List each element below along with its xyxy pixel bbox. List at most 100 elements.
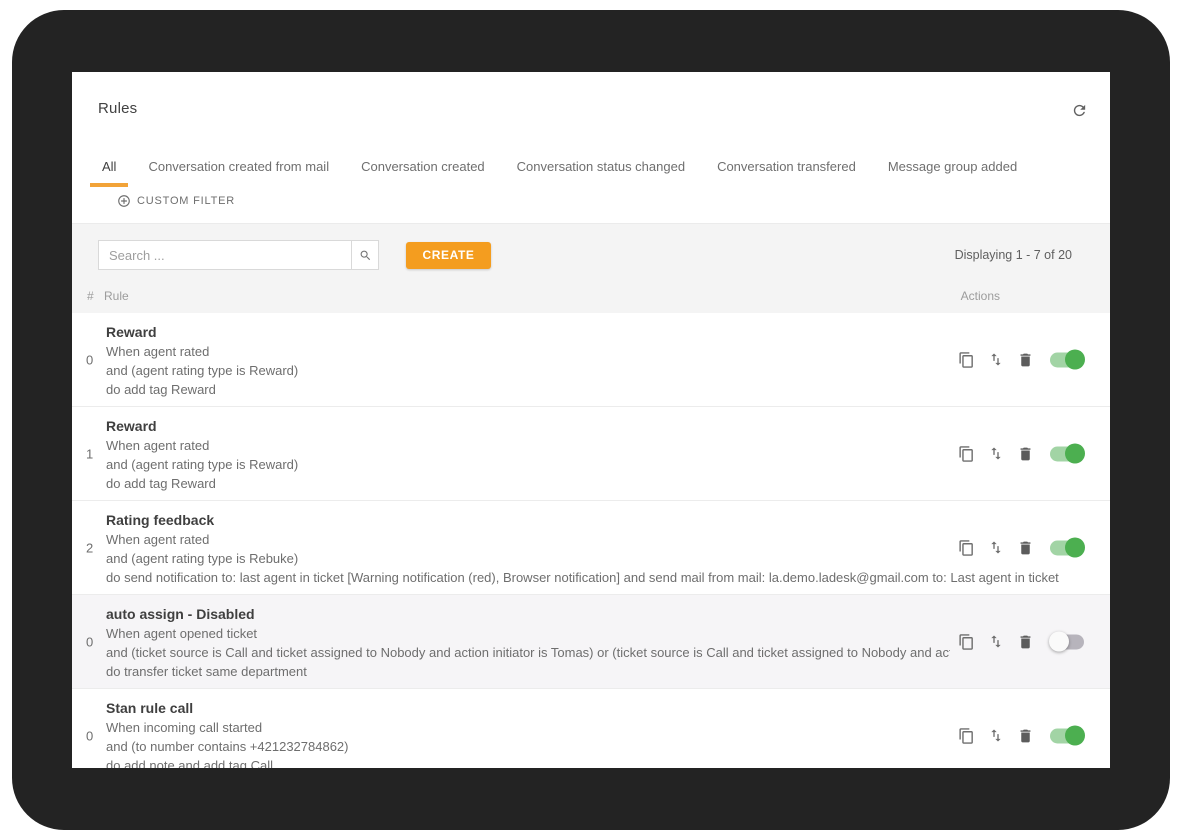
create-button[interactable]: CREATE (406, 242, 491, 269)
rule-number: 0 (86, 728, 102, 743)
reorder-button[interactable] (988, 352, 1004, 368)
rule-number: 0 (86, 634, 102, 649)
custom-filter-label: CUSTOM FILTER (137, 195, 235, 207)
rule-number: 2 (86, 540, 102, 555)
rule-title: Reward (106, 322, 1110, 342)
rule-number: 1 (86, 446, 102, 461)
tab-all[interactable]: All (90, 159, 128, 187)
tab-conversation-status-changed[interactable]: Conversation status changed (505, 159, 697, 187)
copy-icon (958, 445, 975, 462)
toolbar: CREATE Displaying 1 - 7 of 20 # Rule Act… (72, 223, 1110, 313)
rule-row: 0 auto assign - Disabled When agent open… (72, 595, 1110, 689)
reorder-button[interactable] (988, 634, 1004, 650)
column-actions: Actions (961, 289, 1000, 303)
reorder-button[interactable] (988, 540, 1004, 556)
enable-toggle[interactable] (1050, 634, 1084, 649)
rule-row: 1 Reward When agent rated and (agent rat… (72, 407, 1110, 501)
toggle-knob (1065, 444, 1085, 464)
rule-action: do send notification to: last agent in t… (106, 568, 1104, 587)
toggle-knob (1049, 632, 1069, 652)
sort-arrows-icon (988, 540, 1004, 556)
delete-button[interactable] (1017, 445, 1034, 462)
duplicate-button[interactable] (958, 445, 975, 462)
copy-icon (958, 633, 975, 650)
search-button[interactable] (351, 240, 379, 270)
rule-condition: When agent rated (106, 342, 950, 361)
delete-button[interactable] (1017, 351, 1034, 368)
duplicate-button[interactable] (958, 727, 975, 744)
duplicate-button[interactable] (958, 351, 975, 368)
row-actions (958, 633, 1084, 650)
rule-title: Reward (106, 416, 1110, 436)
search-icon (359, 249, 372, 262)
rule-condition: When agent rated (106, 436, 950, 455)
copy-icon (958, 351, 975, 368)
toggle-knob (1065, 350, 1085, 370)
enable-toggle[interactable] (1050, 446, 1084, 461)
rule-action: do add tag Reward (106, 474, 950, 493)
page-title: Rules (98, 100, 137, 117)
delete-button[interactable] (1017, 633, 1034, 650)
rule-condition: and (to number contains +421232784862) (106, 737, 950, 756)
enable-toggle[interactable] (1050, 540, 1084, 555)
tab-conversation-transfered[interactable]: Conversation transfered (705, 159, 868, 187)
rule-condition: and (agent rating type is Rebuke) (106, 549, 950, 568)
tab-conversation-created-from-mail[interactable]: Conversation created from mail (136, 159, 341, 187)
rule-condition: When incoming call started (106, 718, 950, 737)
row-actions (958, 351, 1084, 368)
rule-condition: and (agent rating type is Reward) (106, 361, 950, 380)
refresh-icon (1071, 102, 1088, 119)
displaying-count: Displaying 1 - 7 of 20 (955, 248, 1072, 262)
rule-condition: and (ticket source is Call and ticket as… (106, 643, 950, 662)
trash-icon (1017, 633, 1034, 650)
enable-toggle[interactable] (1050, 352, 1084, 367)
table-header: # Rule Actions (98, 289, 1072, 303)
custom-filter-button[interactable]: CUSTOM FILTER (117, 194, 235, 208)
reorder-button[interactable] (988, 728, 1004, 744)
rule-condition: and (agent rating type is Reward) (106, 455, 950, 474)
sort-arrows-icon (988, 728, 1004, 744)
toggle-knob (1065, 726, 1085, 746)
column-rule: Rule (104, 289, 129, 303)
copy-icon (958, 727, 975, 744)
column-number: # (87, 289, 104, 303)
filter-tabs: All Conversation created from mail Conve… (90, 159, 1084, 187)
row-actions (958, 727, 1084, 744)
tab-message-group-added[interactable]: Message group added (876, 159, 1029, 187)
sort-arrows-icon (988, 352, 1004, 368)
rule-action: do transfer ticket same department (106, 662, 950, 681)
search-row: CREATE Displaying 1 - 7 of 20 (98, 240, 1072, 270)
toggle-knob (1065, 538, 1085, 558)
trash-icon (1017, 727, 1034, 744)
trash-icon (1017, 351, 1034, 368)
refresh-button[interactable] (1071, 102, 1088, 119)
search-group (98, 240, 379, 270)
rule-condition: When agent rated (106, 530, 950, 549)
copy-icon (958, 539, 975, 556)
rules-list: 0 Reward When agent rated and (agent rat… (72, 313, 1110, 768)
rule-title: auto assign - Disabled (106, 604, 1110, 624)
trash-icon (1017, 445, 1034, 462)
rule-number: 0 (86, 352, 102, 367)
trash-icon (1017, 539, 1034, 556)
rule-row: 0 Reward When agent rated and (agent rat… (72, 313, 1110, 407)
panel-header: Rules (98, 100, 1084, 122)
duplicate-button[interactable] (958, 539, 975, 556)
row-actions (958, 539, 1084, 556)
rule-row: 2 Rating feedback When agent rated and (… (72, 501, 1110, 595)
rule-condition: When agent opened ticket (106, 624, 950, 643)
delete-button[interactable] (1017, 727, 1034, 744)
tab-conversation-created[interactable]: Conversation created (349, 159, 497, 187)
plus-circle-icon (117, 194, 131, 208)
rules-panel: Rules All Conversation created from mail… (72, 72, 1110, 768)
sort-arrows-icon (988, 446, 1004, 462)
rule-title: Stan rule call (106, 698, 1110, 718)
enable-toggle[interactable] (1050, 728, 1084, 743)
duplicate-button[interactable] (958, 633, 975, 650)
delete-button[interactable] (1017, 539, 1034, 556)
sort-arrows-icon (988, 634, 1004, 650)
reorder-button[interactable] (988, 446, 1004, 462)
search-input[interactable] (98, 240, 351, 270)
page: Rules All Conversation created from mail… (0, 0, 1182, 840)
rule-action: do add note and add tag Call (106, 756, 950, 768)
